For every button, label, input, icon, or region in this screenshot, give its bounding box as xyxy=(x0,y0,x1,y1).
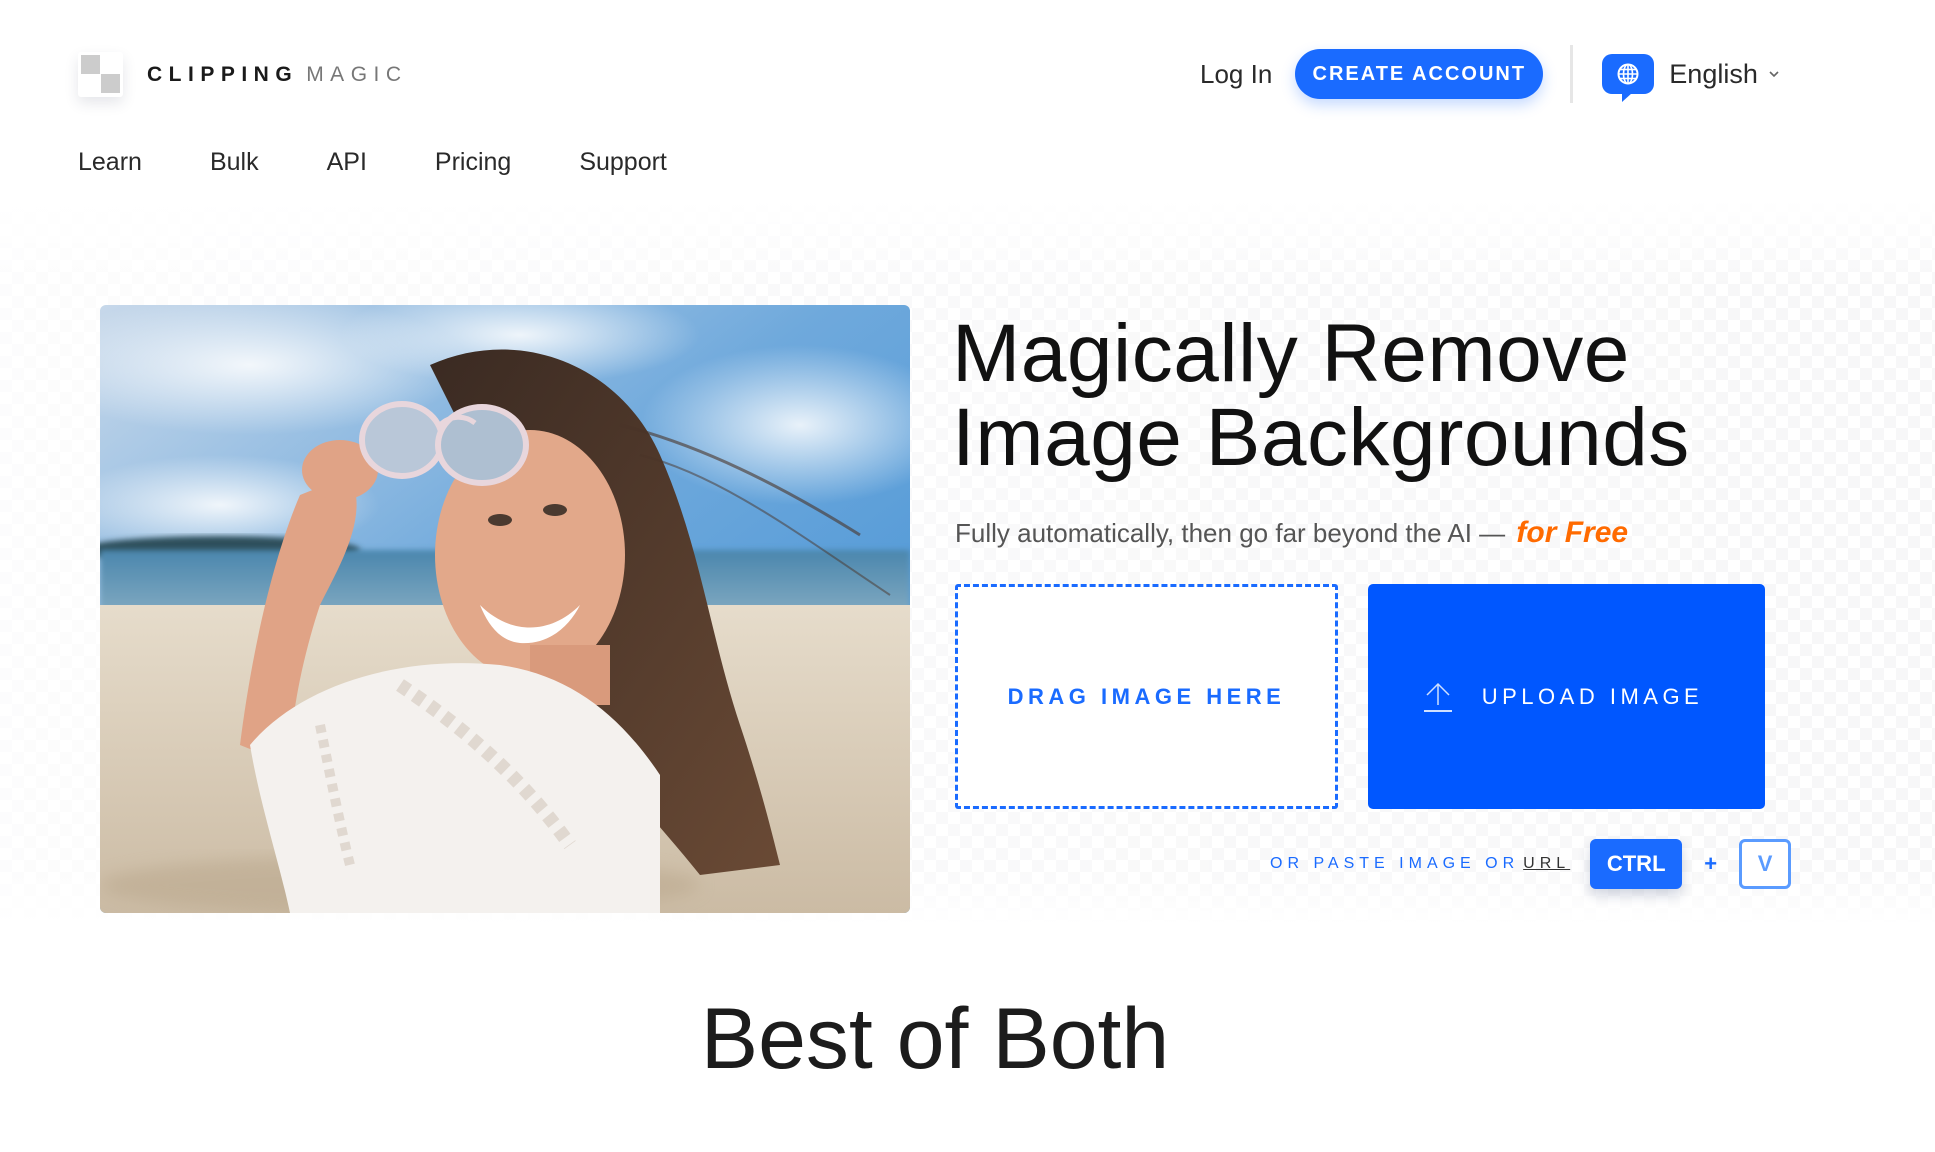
login-link[interactable]: Log In xyxy=(1200,59,1272,90)
hero-subtitle: Fully automatically, then go far beyond … xyxy=(955,516,1628,550)
upload-label: UPLOAD IMAGE xyxy=(1481,683,1704,709)
upload-arrow-icon xyxy=(1423,682,1452,712)
subtitle-text: Fully automatically, then go far beyond … xyxy=(955,518,1506,548)
logo-text-light: MAGIC xyxy=(306,62,408,86)
language-label: English xyxy=(1669,58,1758,89)
chevron-down-icon xyxy=(1769,71,1779,78)
headline-line-1: Magically Remove xyxy=(952,308,1630,399)
nav-item-learn[interactable]: Learn xyxy=(78,148,142,177)
paste-hint: OR PASTE IMAGE OR URL CTRL + V xyxy=(1270,839,1792,889)
section-title-best-of-both: Best of Both xyxy=(700,991,1170,1087)
nav-item-api[interactable]: API xyxy=(327,148,367,177)
main-nav: Learn Bulk API Pricing Support xyxy=(78,148,735,177)
create-account-button[interactable]: CREATE ACCOUNT xyxy=(1295,49,1544,99)
nav-item-support[interactable]: Support xyxy=(579,148,667,177)
paste-text: OR PASTE IMAGE OR xyxy=(1270,855,1520,872)
nav-item-bulk[interactable]: Bulk xyxy=(210,148,259,177)
upload-image-button[interactable]: UPLOAD IMAGE xyxy=(1368,584,1765,809)
header-divider xyxy=(1570,45,1574,103)
hero-example-image[interactable] xyxy=(100,305,910,913)
logo-icon xyxy=(78,52,123,97)
logo-text-bold: CLIPPING xyxy=(147,62,299,86)
logo-link[interactable]: CLIPPING MAGIC xyxy=(78,52,408,97)
paste-url-link[interactable]: URL xyxy=(1523,855,1570,873)
subtitle-highlight: for Free xyxy=(1516,516,1629,549)
nav-item-pricing[interactable]: Pricing xyxy=(435,148,511,177)
v-key-badge: V xyxy=(1739,839,1792,889)
drag-drop-zone[interactable]: DRAG IMAGE HERE xyxy=(955,584,1338,809)
page: CLIPPING MAGIC Log In CREATE ACCOUNT Engl… xyxy=(0,0,1935,1152)
globe-icon xyxy=(1602,54,1655,102)
ctrl-key-badge: CTRL xyxy=(1590,839,1683,889)
hero-headline: Magically Remove Image Backgrounds xyxy=(952,312,1690,480)
drag-label: DRAG IMAGE HERE xyxy=(1007,683,1286,709)
header-actions: Log In CREATE ACCOUNT English xyxy=(1200,45,1780,103)
language-selector[interactable]: English xyxy=(1602,54,1780,102)
plus-sign: + xyxy=(1704,851,1718,876)
logo-wordmark: CLIPPING MAGIC xyxy=(147,63,408,87)
headline-line-2: Image Backgrounds xyxy=(952,392,1690,483)
